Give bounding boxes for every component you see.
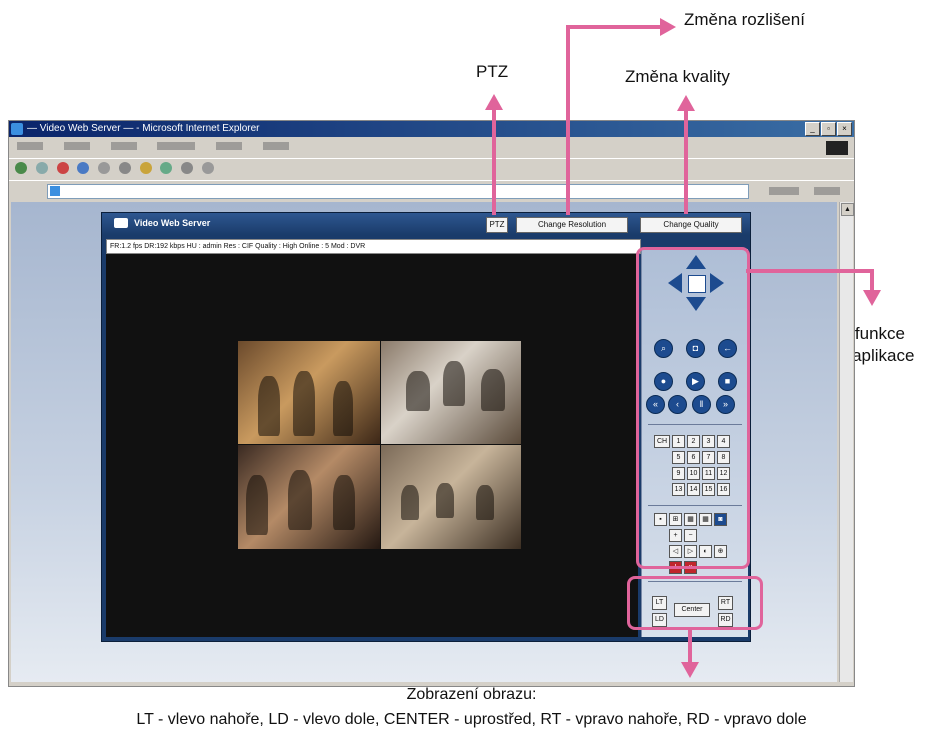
camera-view-4[interactable] [381, 445, 521, 549]
person-figure [481, 369, 505, 411]
person-figure [476, 485, 494, 520]
maximize-button[interactable]: ▫ [821, 122, 836, 136]
ptz-arrow-line [492, 108, 496, 215]
address-input[interactable] [47, 184, 749, 199]
back-icon[interactable] [15, 162, 27, 175]
print-icon[interactable] [202, 162, 215, 175]
status-bar: FR:1.2 fps DR:192 kbps HU : admin Res : … [106, 239, 641, 254]
page-icon [50, 186, 60, 196]
panel-arrow-line [870, 269, 874, 291]
person-figure [401, 485, 419, 520]
highlight-position-buttons [627, 576, 763, 630]
resolution-arrow-line [566, 25, 661, 29]
ptz-button[interactable]: PTZ [486, 217, 508, 233]
menu-item[interactable] [216, 142, 243, 151]
go-button[interactable] [769, 187, 799, 195]
callout-quality: Změna kvality [625, 67, 730, 86]
callout-display-title: Zobrazení obrazu: [406, 686, 537, 703]
history-icon[interactable] [160, 162, 173, 175]
browser-title: — Video Web Server — - Microsoft Interne… [27, 123, 260, 134]
person-figure [406, 371, 430, 411]
panel-arrow-line [746, 269, 874, 273]
menu-item[interactable] [17, 142, 43, 151]
camera-view-3[interactable] [238, 445, 380, 549]
quality-arrow-line [684, 110, 688, 214]
home-icon[interactable] [98, 162, 111, 175]
vertical-scrollbar[interactable]: ▲ [839, 202, 854, 682]
menu-item[interactable] [262, 142, 289, 151]
search-icon[interactable] [118, 162, 131, 175]
window-buttons: _ ▫ × [805, 122, 852, 136]
favorites-icon[interactable] [139, 162, 152, 175]
browser-addressbar [9, 180, 854, 201]
menu-item[interactable] [63, 142, 90, 151]
video-viewport[interactable] [106, 254, 638, 637]
menu-item[interactable] [157, 142, 196, 151]
person-figure [333, 381, 353, 436]
refresh-icon[interactable] [77, 162, 90, 175]
display-arrow-head [681, 662, 699, 678]
person-figure [258, 376, 280, 436]
app-title: Video Web Server [134, 218, 211, 228]
callout-ptz: PTZ [476, 62, 509, 81]
windows-logo-icon [826, 141, 848, 155]
forward-icon[interactable] [35, 162, 48, 175]
app-header: Video Web Server PTZ Change Resolution C… [102, 213, 750, 235]
person-figure [443, 361, 465, 406]
close-button[interactable]: × [837, 122, 852, 136]
person-figure [246, 475, 268, 535]
resolution-arrow-line [566, 25, 570, 215]
callout-display-legend: LT - vlevo nahoře, LD - vlevo dole, CENT… [136, 711, 807, 728]
person-figure [436, 483, 454, 518]
camera-view-1[interactable] [238, 341, 380, 444]
change-resolution-button[interactable]: Change Resolution [516, 217, 628, 233]
minimize-button[interactable]: _ [805, 122, 820, 136]
person-figure [333, 475, 355, 530]
callout-resolution: Změna rozlišení [684, 10, 805, 29]
scroll-up-icon[interactable]: ▲ [841, 203, 854, 216]
browser-menubar [9, 138, 854, 156]
links-button[interactable] [814, 187, 840, 195]
menu-item[interactable] [110, 142, 137, 151]
highlight-control-panel [636, 247, 750, 569]
mail-icon[interactable] [181, 162, 194, 175]
ptz-arrow-head [485, 94, 503, 110]
display-arrow-line [688, 627, 692, 664]
camera-view-2[interactable] [381, 341, 521, 444]
camera-logo-icon [114, 218, 128, 228]
browser-toolbar [9, 158, 854, 179]
internet-explorer-icon [11, 123, 23, 135]
person-figure [288, 470, 312, 530]
browser-titlebar: — Video Web Server — - Microsoft Interne… [9, 121, 854, 137]
panel-arrow-head [863, 290, 881, 306]
resolution-arrow-head [660, 18, 676, 36]
quality-arrow-head [677, 95, 695, 111]
change-quality-button[interactable]: Change Quality [640, 217, 742, 233]
person-figure [293, 371, 315, 436]
stop-icon[interactable] [56, 162, 69, 175]
